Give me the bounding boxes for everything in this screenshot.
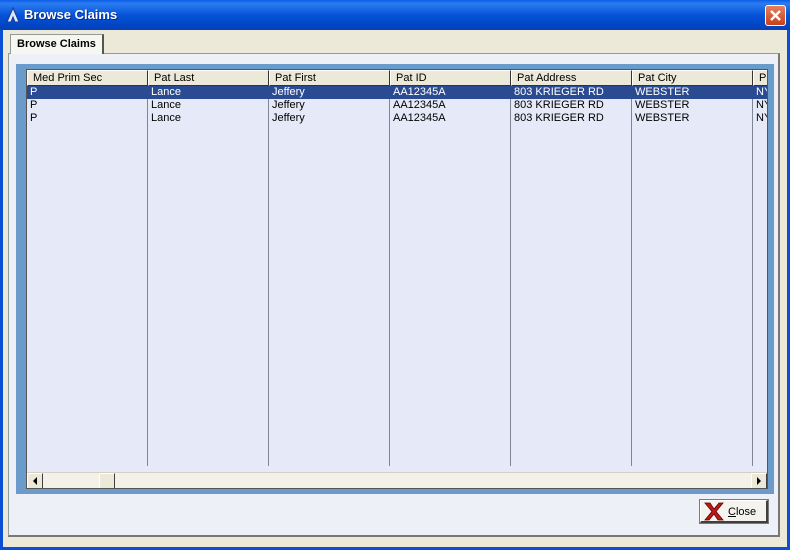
column-header-pat-last[interactable]: Pat Last: [148, 70, 269, 86]
table-row[interactable]: P Lance Jeffery AA12345A 803 KRIEGER RD …: [27, 99, 767, 112]
scroll-thumb[interactable]: [99, 473, 115, 488]
app-icon: [6, 6, 20, 23]
close-icon: [770, 10, 781, 21]
cell-pat-address: 803 KRIEGER RD: [514, 99, 604, 111]
cell-pat-state: NY: [756, 112, 767, 124]
scroll-left-button[interactable]: [27, 473, 43, 488]
column-divider: [147, 86, 148, 466]
close-button-label: Close: [728, 506, 757, 518]
column-header-pat-first[interactable]: Pat First: [269, 70, 390, 86]
arrow-left-icon: [33, 477, 37, 485]
close-button[interactable]: Close: [699, 499, 769, 524]
window-close-button[interactable]: [765, 5, 786, 26]
red-x-icon: [704, 502, 724, 521]
tab-browse-claims[interactable]: Browse Claims: [10, 34, 104, 54]
cell-pat-state: NY: [756, 86, 767, 98]
scroll-right-button[interactable]: [751, 473, 767, 488]
title-bar[interactable]: Browse Claims: [0, 0, 790, 30]
cell-pat-city: WEBSTER: [635, 86, 690, 98]
claims-grid[interactable]: Med Prim Sec Pat Last Pat First Pat ID P…: [26, 69, 768, 489]
column-divider: [268, 86, 269, 466]
column-divider: [510, 86, 511, 466]
cell-med-prim-sec: P: [30, 86, 38, 98]
grid-header: Med Prim Sec Pat Last Pat First Pat ID P…: [27, 70, 767, 86]
column-divider: [389, 86, 390, 466]
cell-pat-id: AA12345A: [393, 86, 446, 98]
table-row[interactable]: P Lance Jeffery AA12345A 803 KRIEGER RD …: [27, 112, 767, 125]
column-divider: [631, 86, 632, 466]
cell-pat-last: Lance: [151, 86, 181, 98]
cell-pat-address: 803 KRIEGER RD: [514, 112, 604, 124]
cell-pat-city: WEBSTER: [635, 112, 690, 124]
cell-pat-address: 803 KRIEGER RD: [514, 86, 604, 98]
cell-pat-last: Lance: [151, 99, 181, 111]
column-header-pat-city[interactable]: Pat City: [632, 70, 753, 86]
column-divider: [752, 86, 753, 466]
column-header-partial[interactable]: P: [753, 70, 767, 86]
arrow-right-icon: [757, 477, 761, 485]
cell-pat-last: Lance: [151, 112, 181, 124]
cell-pat-first: Jeffery: [272, 99, 305, 111]
window-title: Browse Claims: [24, 7, 118, 22]
column-header-pat-address[interactable]: Pat Address: [511, 70, 632, 86]
cell-pat-city: WEBSTER: [635, 99, 690, 111]
cell-med-prim-sec: P: [30, 99, 38, 111]
cell-pat-id: AA12345A: [393, 112, 446, 124]
cell-med-prim-sec: P: [30, 112, 38, 124]
column-header-pat-id[interactable]: Pat ID: [390, 70, 511, 86]
column-header-med-prim-sec[interactable]: Med Prim Sec: [27, 70, 148, 86]
window-frame-left: [0, 30, 3, 550]
horizontal-scrollbar[interactable]: [27, 472, 767, 488]
cell-pat-first: Jeffery: [272, 112, 305, 124]
grid-frame: Med Prim Sec Pat Last Pat First Pat ID P…: [16, 64, 774, 494]
table-row[interactable]: P Lance Jeffery AA12345A 803 KRIEGER RD …: [27, 86, 767, 99]
cell-pat-state: NY: [756, 99, 767, 111]
cell-pat-id: AA12345A: [393, 99, 446, 111]
cell-pat-first: Jeffery: [272, 86, 305, 98]
